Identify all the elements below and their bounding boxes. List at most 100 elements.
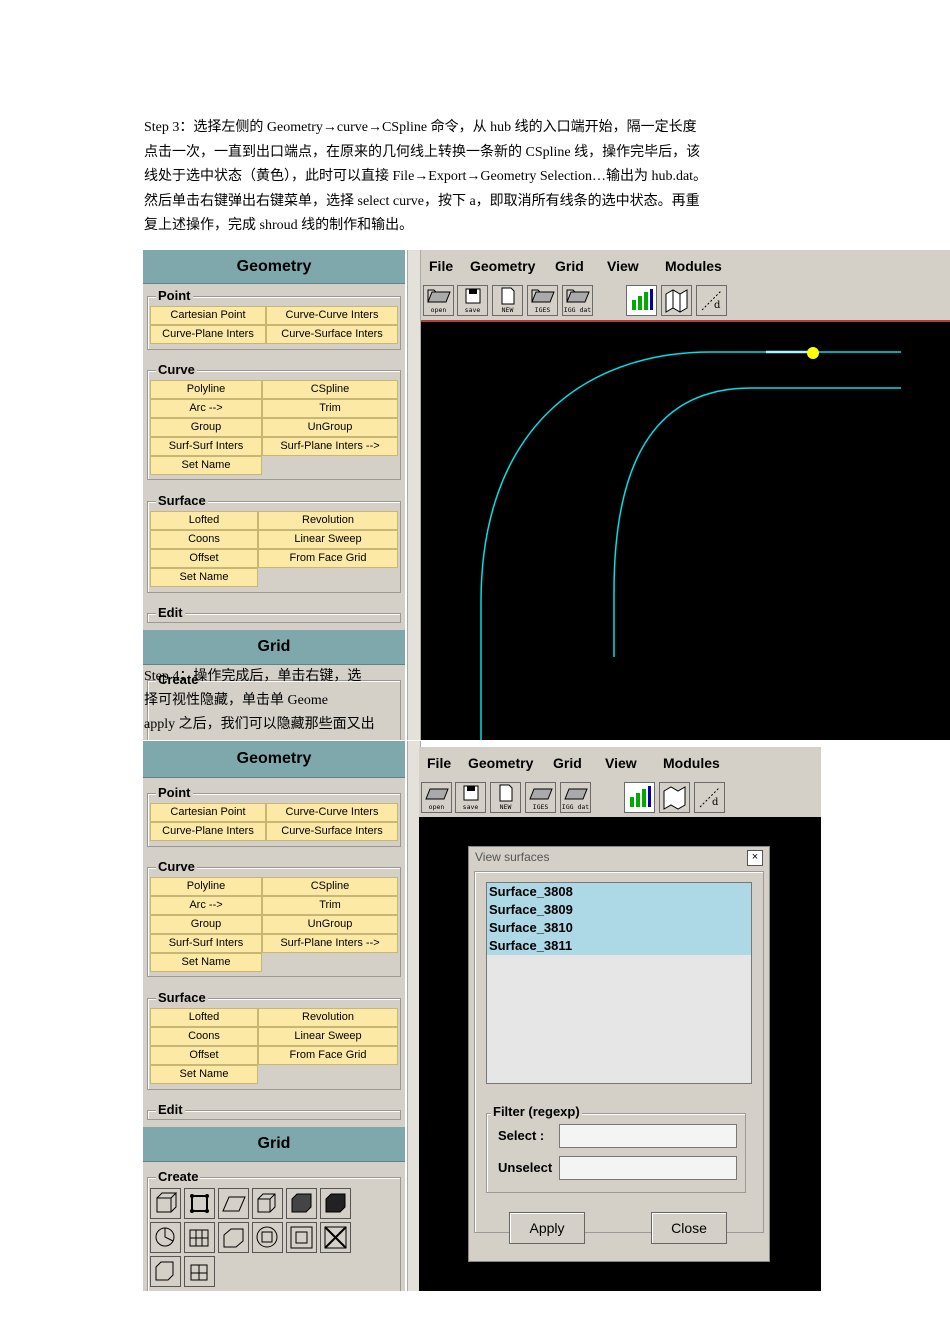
point-group-2: Point Cartesian Point Curve-Curve Inters… bbox=[147, 785, 401, 847]
iges-button-2[interactable]: IGES bbox=[525, 782, 556, 813]
create-plane-icon[interactable] bbox=[218, 1188, 249, 1219]
create-block-icon[interactable] bbox=[252, 1188, 283, 1219]
close-button[interactable]: Close bbox=[651, 1212, 727, 1244]
surf-plane-inters-button[interactable]: Surf-Plane Inters --> bbox=[262, 437, 398, 456]
group-button-2[interactable]: Group bbox=[150, 915, 262, 934]
revolution-button-2[interactable]: Revolution bbox=[258, 1008, 398, 1027]
new-button[interactable]: NEW bbox=[492, 285, 523, 316]
menu-view[interactable]: View bbox=[607, 258, 639, 274]
cartesian-point-button-2[interactable]: Cartesian Point bbox=[150, 803, 266, 822]
igg-dat-button[interactable]: IGG dat bbox=[562, 285, 593, 316]
coons-button-2[interactable]: Coons bbox=[150, 1027, 258, 1046]
list-item[interactable]: Surface_3809 bbox=[487, 901, 751, 919]
lofted-button[interactable]: Lofted bbox=[150, 511, 258, 530]
curve-surface-inters-button-2[interactable]: Curve-Surface Inters bbox=[266, 822, 398, 841]
menu-file-2[interactable]: File bbox=[427, 755, 451, 771]
offset-button[interactable]: Offset bbox=[150, 549, 258, 568]
close-icon[interactable]: × bbox=[747, 850, 763, 866]
save-button[interactable]: save bbox=[457, 285, 488, 316]
dark-block-icon[interactable] bbox=[320, 1188, 351, 1219]
polyline-button[interactable]: Polyline bbox=[150, 380, 262, 399]
apply-button[interactable]: Apply bbox=[509, 1212, 585, 1244]
curve-plane-inters-button[interactable]: Curve-Plane Inters bbox=[150, 325, 266, 344]
unselect-input[interactable] bbox=[559, 1156, 737, 1180]
surf-surf-inters-button-2[interactable]: Surf-Surf Inters bbox=[150, 934, 262, 953]
open-button-2[interactable]: open bbox=[421, 782, 452, 813]
menu-grid[interactable]: Grid bbox=[555, 258, 584, 274]
curve-curve-inters-button-2[interactable]: Curve-Curve Inters bbox=[266, 803, 398, 822]
ungroup-button-2[interactable]: UnGroup bbox=[262, 915, 398, 934]
from-face-grid-button[interactable]: From Face Grid bbox=[258, 549, 398, 568]
surf-surf-inters-button[interactable]: Surf-Surf Inters bbox=[150, 437, 262, 456]
open-button[interactable]: open bbox=[423, 285, 454, 316]
list-item[interactable]: Surface_3808 bbox=[487, 883, 751, 901]
coons-button[interactable]: Coons bbox=[150, 530, 258, 549]
trim-button-2[interactable]: Trim bbox=[262, 896, 398, 915]
curve-group: Curve Polyline CSpline Arc --> Trim Grou… bbox=[147, 362, 401, 480]
chart-button-2[interactable] bbox=[624, 782, 655, 813]
rotate-block-icon[interactable] bbox=[252, 1222, 283, 1253]
create-vertex-icon[interactable] bbox=[184, 1188, 215, 1219]
map-view-button-2[interactable] bbox=[659, 782, 690, 813]
surface-set-name-button-2[interactable]: Set Name bbox=[150, 1065, 258, 1084]
igg-dat-button-2[interactable]: IGG dat bbox=[560, 782, 591, 813]
iges-folder-icon bbox=[529, 788, 553, 800]
revolution-button[interactable]: Revolution bbox=[258, 511, 398, 530]
cartesian-point-button[interactable]: Cartesian Point bbox=[150, 306, 266, 325]
menu-view-2[interactable]: View bbox=[605, 755, 637, 771]
new-button-2[interactable]: NEW bbox=[490, 782, 521, 813]
skew-block-icon[interactable] bbox=[218, 1222, 249, 1253]
cspline-button[interactable]: CSpline bbox=[262, 380, 398, 399]
create-face-icon[interactable] bbox=[150, 1188, 181, 1219]
viewport-canvas[interactable] bbox=[421, 322, 950, 740]
menu-file[interactable]: File bbox=[429, 258, 453, 274]
cspline-button-2[interactable]: CSpline bbox=[262, 877, 398, 896]
frame-block-icon[interactable] bbox=[286, 1222, 317, 1253]
curve-surface-inters-button[interactable]: Curve-Surface Inters bbox=[266, 325, 398, 344]
menu-geometry[interactable]: Geometry bbox=[470, 258, 535, 274]
edit-group[interactable]: Edit bbox=[147, 605, 401, 623]
map-view-button[interactable] bbox=[661, 285, 692, 316]
dialog-titlebar[interactable]: View surfaces × bbox=[469, 847, 769, 867]
ungroup-button[interactable]: UnGroup bbox=[262, 418, 398, 437]
edit-group-2[interactable]: Edit bbox=[147, 1102, 401, 1120]
iges-caption: IGES bbox=[534, 306, 551, 314]
polyline-button-2[interactable]: Polyline bbox=[150, 877, 262, 896]
measure-button-2[interactable]: d bbox=[694, 782, 725, 813]
delete-block-icon[interactable] bbox=[320, 1222, 351, 1253]
trim-button[interactable]: Trim bbox=[262, 399, 398, 418]
surfaces-list[interactable]: Surface_3808 Surface_3809 Surface_3810 S… bbox=[486, 882, 752, 1084]
iges-button[interactable]: IGES bbox=[527, 285, 558, 316]
import-block-icon[interactable] bbox=[150, 1256, 181, 1287]
menu-modules-2[interactable]: Modules bbox=[663, 755, 720, 771]
offset-button-2[interactable]: Offset bbox=[150, 1046, 258, 1065]
repeat-block-icon[interactable] bbox=[184, 1256, 215, 1287]
list-item[interactable]: Surface_3810 bbox=[487, 919, 751, 937]
menu-geometry-2[interactable]: Geometry bbox=[468, 755, 533, 771]
revolve-block-icon[interactable] bbox=[150, 1222, 181, 1253]
curve-curve-inters-button[interactable]: Curve-Curve Inters bbox=[266, 306, 398, 325]
curve-set-name-button[interactable]: Set Name bbox=[150, 456, 262, 475]
menu-modules[interactable]: Modules bbox=[665, 258, 722, 274]
surf-plane-inters-button-2[interactable]: Surf-Plane Inters --> bbox=[262, 934, 398, 953]
step4-line-2: 择可视性隐藏，单击单 Geome bbox=[144, 693, 328, 708]
save-button-2[interactable]: save bbox=[455, 782, 486, 813]
linear-sweep-button-2[interactable]: Linear Sweep bbox=[258, 1027, 398, 1046]
chart-button[interactable] bbox=[626, 285, 657, 316]
curve-plane-inters-button-2[interactable]: Curve-Plane Inters bbox=[150, 822, 266, 841]
group-button[interactable]: Group bbox=[150, 418, 262, 437]
from-face-grid-button-2[interactable]: From Face Grid bbox=[258, 1046, 398, 1065]
grid-block-icon[interactable] bbox=[184, 1222, 215, 1253]
solid-block-icon[interactable] bbox=[286, 1188, 317, 1219]
distance-icon: d bbox=[699, 787, 720, 808]
list-item[interactable]: Surface_3811 bbox=[487, 937, 751, 955]
select-input[interactable] bbox=[559, 1124, 737, 1148]
lofted-button-2[interactable]: Lofted bbox=[150, 1008, 258, 1027]
linear-sweep-button[interactable]: Linear Sweep bbox=[258, 530, 398, 549]
measure-button[interactable]: d bbox=[696, 285, 727, 316]
curve-set-name-button-2[interactable]: Set Name bbox=[150, 953, 262, 972]
surface-set-name-button[interactable]: Set Name bbox=[150, 568, 258, 587]
menu-grid-2[interactable]: Grid bbox=[553, 755, 582, 771]
arc-button[interactable]: Arc --> bbox=[150, 399, 262, 418]
arc-button-2[interactable]: Arc --> bbox=[150, 896, 262, 915]
